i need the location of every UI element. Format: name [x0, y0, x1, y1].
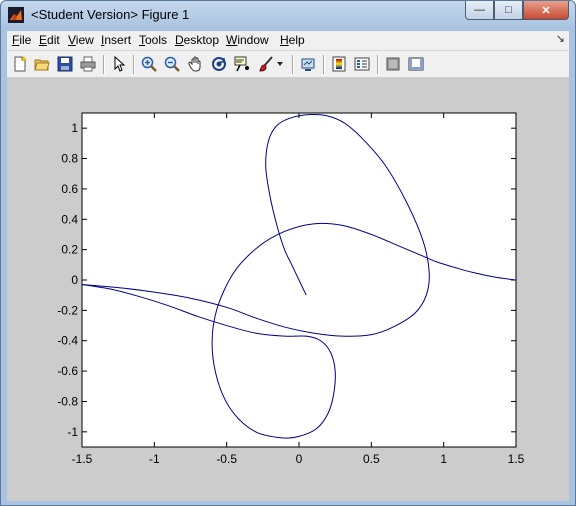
title-bar[interactable]: <Student Version> Figure 1 — □ ✕ — [1, 1, 575, 29]
figure-toolbar — [7, 50, 569, 78]
plot-area[interactable]: -1.5 -1 -0.5 0 0.5 1 1.5 -1 -0.8 -0.6 -0.4 -0.2 0 0.2… — [7, 77, 569, 501]
window-title: <Student Version> Figure 1 — [31, 7, 190, 22]
menu-file[interactable]: File — [12, 33, 31, 47]
y-tick-label: 1 — [71, 121, 78, 135]
toolbar-separator — [377, 55, 379, 74]
menu-desktop[interactable]: Desktop — [175, 33, 219, 47]
menu-window[interactable]: Window — [226, 33, 269, 47]
open-file-icon[interactable] — [33, 55, 51, 73]
brush-dropdown-icon[interactable] — [275, 55, 285, 73]
menu-view[interactable]: View — [68, 33, 94, 47]
new-figure-icon[interactable] — [11, 55, 29, 73]
y-tick-label: -0.4 — [57, 334, 78, 348]
x-tick-label: 0 — [296, 452, 303, 466]
save-icon[interactable] — [56, 55, 74, 73]
y-tick-label: 0.4 — [61, 212, 78, 226]
x-tick-label: 0.5 — [363, 452, 380, 466]
menubar-dock-arrow-icon[interactable]: ↘ — [556, 32, 565, 45]
menu-bar: File Edit View Insert Tools Desktop Wind… — [7, 31, 569, 50]
insert-colorbar-icon[interactable] — [330, 55, 348, 73]
hide-plot-tools-icon[interactable] — [384, 55, 402, 73]
show-plot-tools-icon[interactable] — [407, 55, 425, 73]
x-tick-label: -1 — [149, 452, 160, 466]
matlab-logo-icon — [8, 7, 24, 23]
zoom-out-icon[interactable] — [163, 55, 181, 73]
menu-help[interactable]: Help — [280, 33, 305, 47]
brush-icon[interactable] — [257, 55, 275, 73]
x-tick-label: -1.5 — [72, 452, 93, 466]
maximize-button[interactable]: □ — [494, 1, 523, 20]
edit-plot-arrow-icon[interactable] — [110, 55, 128, 73]
x-tick-label: 1.5 — [508, 452, 525, 466]
y-tick-label: 0.6 — [61, 182, 78, 196]
menu-tools[interactable]: Tools — [139, 33, 167, 47]
toolbar-separator — [323, 55, 325, 74]
figure-canvas[interactable]: -1.5 -1 -0.5 0 0.5 1 1.5 -1 -0.8 -0.6 -0.4 -0.2 0 0.2… — [7, 77, 569, 501]
toolbar-separator — [103, 55, 105, 74]
y-tick-label: -0.2 — [57, 303, 78, 317]
pan-hand-icon[interactable] — [187, 55, 205, 73]
toolbar-separator — [292, 55, 294, 74]
figure-window: <Student Version> Figure 1 — □ ✕ File Ed… — [0, 0, 576, 506]
zoom-in-icon[interactable] — [140, 55, 158, 73]
y-tick-label: 0 — [71, 273, 78, 287]
insert-legend-icon[interactable] — [353, 55, 371, 73]
rotate-3d-icon[interactable] — [210, 55, 228, 73]
x-tick-label: -0.5 — [216, 452, 237, 466]
toolbar-separator — [133, 55, 135, 74]
y-tick-label: -1 — [67, 425, 78, 439]
close-button[interactable]: ✕ — [523, 1, 569, 20]
menu-edit[interactable]: Edit — [39, 33, 60, 47]
data-cursor-icon[interactable] — [233, 55, 251, 73]
minimize-button[interactable]: — — [465, 1, 494, 20]
print-icon[interactable] — [79, 55, 97, 73]
window-controls: — □ ✕ — [465, 1, 569, 21]
y-tick-label: -0.8 — [57, 394, 78, 408]
y-tick-label: 0.2 — [61, 243, 78, 257]
link-plot-icon[interactable] — [299, 55, 317, 73]
menu-insert[interactable]: Insert — [101, 33, 131, 47]
y-tick-label: -0.6 — [57, 364, 78, 378]
y-tick-label: 0.8 — [61, 152, 78, 166]
x-tick-label: 1 — [440, 452, 447, 466]
